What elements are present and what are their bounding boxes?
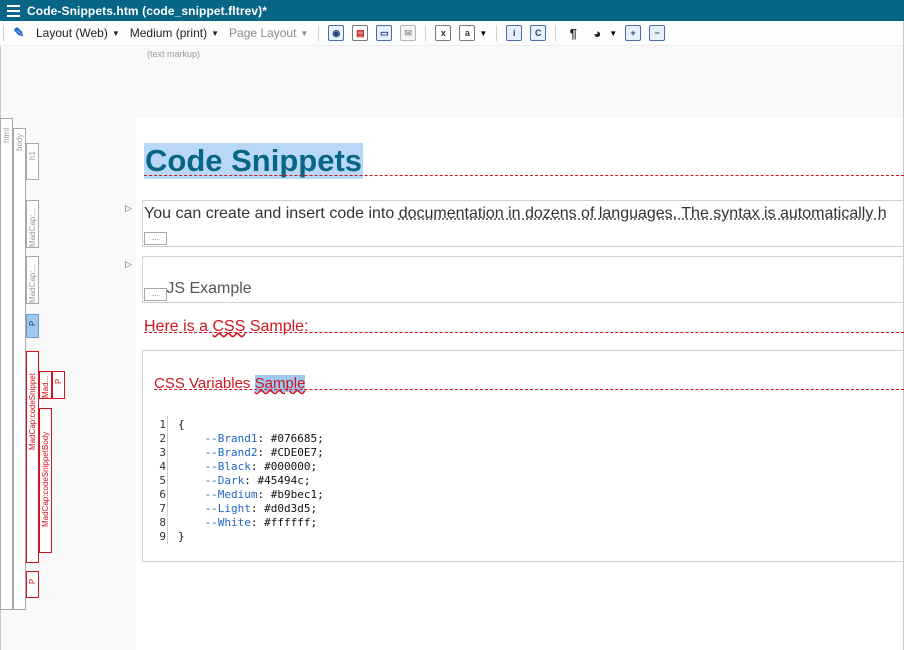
view-options-icon[interactable]: ◕ <box>589 25 605 41</box>
code-line-number: 5 <box>159 474 166 487</box>
chevron-down-icon: ▼ <box>111 28 120 38</box>
text-format-icon[interactable]: a <box>459 25 476 41</box>
show-tags-icon[interactable]: i <box>506 25 523 41</box>
code-line-number: 7 <box>159 502 166 515</box>
text-markup-label: (text markup) <box>147 49 201 59</box>
css-intro-paragraph[interactable]: Here is a CSS Sample: <box>144 317 309 337</box>
code-line: --Light: #d0d3d5; <box>204 502 318 515</box>
toolbar-divider <box>555 25 557 41</box>
content-block-2[interactable]: ...JS Example <box>142 256 904 303</box>
pilcrow-icon[interactable]: ¶ <box>565 25 581 41</box>
tag-h1[interactable]: h1 <box>26 143 39 180</box>
more-button[interactable]: ... <box>144 232 167 245</box>
expand-triangle-icon[interactable]: ▷ <box>125 203 132 214</box>
tag-p-caption[interactable]: P <box>52 371 65 399</box>
disabled-icon[interactable]: ✉ <box>400 25 417 41</box>
toolbar-divider <box>496 25 498 41</box>
collapse-icon[interactable]: − <box>649 25 666 41</box>
expand-triangle-icon[interactable]: ▷ <box>125 259 132 270</box>
more-button[interactable]: ... <box>144 288 167 301</box>
window-title: Code-Snippets.htm (code_snippet.fltrev)* <box>27 3 268 18</box>
tag-madcap-2[interactable]: MadCap:... <box>26 256 39 304</box>
code-line-number: 8 <box>159 516 166 529</box>
code-line: } <box>178 530 185 543</box>
tag-mad[interactable]: Mad... <box>39 371 52 399</box>
code-line: --Black: #000000; <box>204 460 318 473</box>
expand-icon[interactable]: + <box>625 25 642 41</box>
condition-underline <box>154 389 904 390</box>
page-layout-dropdown[interactable]: Page Layout ▼ <box>224 23 313 43</box>
code-line-number: 9 <box>159 530 166 543</box>
code-line: --Medium: #b9bec1; <box>204 488 324 501</box>
code-line-numbers: 123456789 <box>150 418 166 544</box>
toolbar-divider <box>425 25 427 41</box>
medium-dropdown[interactable]: Medium (print) ▼ <box>125 23 224 43</box>
chevron-down-icon: ▼ <box>211 28 220 38</box>
print-preview-icon[interactable]: ▤ <box>352 25 369 41</box>
intro-paragraph[interactable]: You can create and insert code into docu… <box>144 204 887 224</box>
code-line: --White: #ffffff; <box>204 516 318 529</box>
chevron-down-icon[interactable]: ▼ <box>479 29 487 38</box>
intro-link[interactable]: documentation in dozens of languages. Th… <box>399 205 887 222</box>
medium-dropdown-label: Medium (print) <box>129 26 208 40</box>
code-line: --Brand2: #CDE0E7; <box>204 446 324 459</box>
chevron-down-icon[interactable]: ▼ <box>609 29 617 38</box>
code-line: { <box>178 418 185 431</box>
code-gutter-divider <box>167 416 168 544</box>
tag-p-selected[interactable]: P <box>26 314 39 338</box>
code-body[interactable]: { --Brand1: #076685; --Brand2: #CDE0E7; … <box>178 418 324 544</box>
code-line-number: 3 <box>159 446 166 459</box>
code-line: --Dark: #45494c; <box>204 474 311 487</box>
image-icon[interactable]: ▭ <box>376 25 393 41</box>
condition-underline <box>144 332 904 333</box>
cursor-pick-icon[interactable]: ✎ <box>11 25 27 41</box>
code-line-number: 6 <box>159 488 166 501</box>
web-preview-icon[interactable]: ◉ <box>328 25 345 41</box>
hamburger-menu-icon[interactable] <box>3 0 23 21</box>
tag-codesnippet-body[interactable]: MadCap:codeSnippetBody <box>39 408 52 553</box>
tag-body[interactable]: body <box>13 128 26 610</box>
code-line-number: 1 <box>159 418 166 431</box>
layout-dropdown[interactable]: Layout (Web) ▼ <box>31 23 125 43</box>
js-example-partial: ...JS Example <box>153 280 252 297</box>
code-line-number: 4 <box>159 460 166 473</box>
toolbar-divider <box>318 25 320 41</box>
toolbar-divider <box>3 25 4 41</box>
tag-p-last[interactable]: P <box>26 571 39 598</box>
tag-html[interactable]: html <box>0 118 13 610</box>
layout-dropdown-label: Layout (Web) <box>36 26 108 40</box>
editor-toolbar: ✎ Layout (Web) ▼ Medium (print) ▼ Page L… <box>0 21 904 46</box>
code-line: --Brand1: #076685; <box>204 432 324 445</box>
chevron-down-icon: ▼ <box>300 28 309 38</box>
tag-madcap-1[interactable]: MadCap:... <box>26 200 39 248</box>
page-heading[interactable]: Code Snippets <box>144 143 364 179</box>
page-layout-dropdown-label: Page Layout <box>229 26 297 40</box>
conditions-icon[interactable]: C <box>530 25 547 41</box>
title-bar: Code-Snippets.htm (code_snippet.fltrev)* <box>0 0 904 21</box>
condition-underline <box>144 175 904 176</box>
tag-codesnippet[interactable]: MadCap:codeSnippet <box>26 351 39 563</box>
code-line-number: 2 <box>159 432 166 445</box>
canvas-top-margin <box>136 46 904 118</box>
snippet-caption[interactable]: CSS Variables Sample <box>154 374 306 394</box>
field-icon[interactable]: x <box>435 25 452 41</box>
